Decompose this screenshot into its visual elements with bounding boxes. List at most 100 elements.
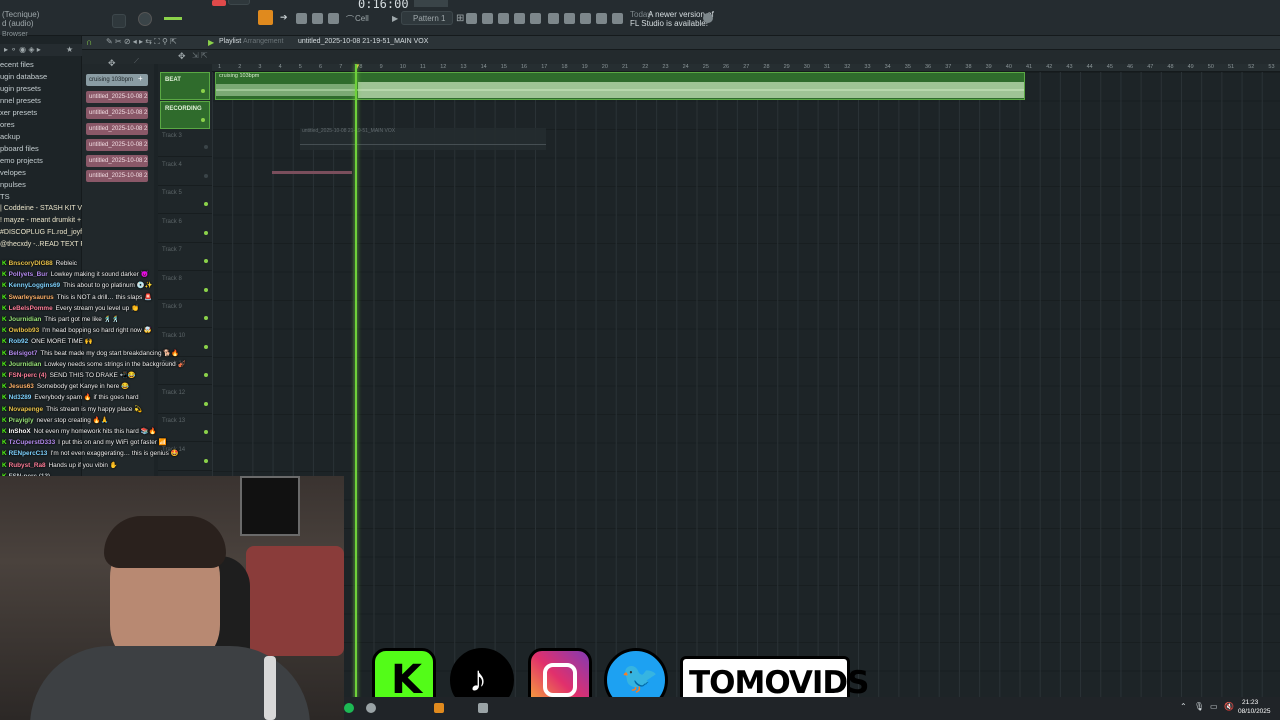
play-arrow-icon[interactable]: ➔ bbox=[280, 12, 288, 23]
chat-username[interactable]: Journidian bbox=[9, 316, 42, 323]
chat-username[interactable]: Rubyst_Ra8 bbox=[9, 462, 46, 469]
clip-source-item[interactable]: untitled_2025-10-08 21-... bbox=[86, 91, 148, 103]
track-header[interactable]: RECORDING bbox=[160, 100, 210, 129]
chat-username[interactable]: Owlbob93 bbox=[9, 327, 40, 334]
pin-icon[interactable] bbox=[596, 13, 607, 24]
track-mute-led[interactable] bbox=[204, 230, 208, 235]
mic-icon[interactable]: 🎙 bbox=[1194, 702, 1204, 711]
playhead[interactable] bbox=[355, 64, 357, 704]
chat-username[interactable]: KennyLoggins69 bbox=[9, 282, 61, 289]
timeline-ruler[interactable]: 1 2 3 4 5 6 7 8 9 10 11 12 13 14 15 16 17 18 19 20 21 22 23 24 2… bbox=[212, 62, 1280, 72]
draw-icon[interactable] bbox=[296, 13, 307, 24]
vox-ghost-clip[interactable]: untitled_2025-10-08 21-19-51_MAIN VOX bbox=[300, 128, 546, 150]
link-icon[interactable] bbox=[312, 13, 323, 24]
browser-item[interactable]: ores bbox=[0, 119, 82, 131]
channel-rack-icon[interactable] bbox=[498, 13, 509, 24]
chat-username[interactable]: Nd3289 bbox=[9, 394, 32, 401]
magnet-icon[interactable]: ∩ bbox=[86, 37, 92, 47]
notification-text-2[interactable]: FL Studio is available! bbox=[630, 19, 708, 28]
track-header[interactable]: Track 4 bbox=[158, 158, 212, 186]
chat-username[interactable]: Rob92 bbox=[9, 338, 29, 345]
taskbar-app-icon[interactable] bbox=[478, 703, 488, 713]
clip-list-edit-icon[interactable]: ⟋ bbox=[134, 58, 139, 66]
speaker-icon[interactable]: 🔇 bbox=[1224, 702, 1234, 711]
plugin-picker-icon[interactable] bbox=[564, 13, 575, 24]
chat-username[interactable]: Journidian bbox=[9, 361, 42, 368]
chat-username[interactable]: FSN-perc (4) bbox=[9, 372, 47, 379]
tools-icon[interactable] bbox=[580, 13, 591, 24]
chat-username[interactable]: Jesus63 bbox=[9, 383, 34, 390]
piano-roll-icon[interactable] bbox=[482, 13, 493, 24]
track-mute-led[interactable] bbox=[204, 173, 208, 178]
spotify-icon[interactable] bbox=[344, 703, 354, 713]
chat-username[interactable]: Prayigly bbox=[9, 417, 34, 424]
chat-username[interactable]: RENpercC13 bbox=[9, 450, 48, 457]
browser-pack[interactable]: @thecxdy -..READ TEXT FILE bbox=[0, 239, 95, 251]
browser-item[interactable]: nnel presets bbox=[0, 95, 82, 107]
track-mute-led[interactable] bbox=[201, 117, 205, 122]
playlist-tools-icons[interactable]: ✎ ✂ ⊘ ◂ ▸ ⇆ ⛶ ⚲ ⇱ bbox=[106, 37, 177, 47]
track-mute-led[interactable] bbox=[204, 145, 208, 149]
track-header[interactable]: Track 3 bbox=[158, 129, 212, 157]
taskbar-date[interactable]: 08/10/2025 bbox=[1238, 708, 1271, 715]
master-pitch-slider[interactable] bbox=[164, 17, 182, 20]
track-header[interactable]: Track 6 bbox=[158, 215, 212, 243]
chat-username[interactable]: InShoX bbox=[9, 428, 31, 435]
stamp-icon[interactable] bbox=[328, 13, 339, 24]
chat-username[interactable]: TzCuperstD333 bbox=[9, 439, 56, 446]
beat-audio-clip[interactable]: cruising 103bpm bbox=[215, 72, 1025, 100]
zoom-icons[interactable]: ⇲ ⇱ bbox=[192, 51, 208, 60]
network-icon[interactable]: ▭ bbox=[1210, 702, 1218, 711]
snap-icon[interactable] bbox=[258, 10, 273, 25]
chat-username[interactable]: BnscoryDlG88 bbox=[9, 260, 53, 267]
browser-item[interactable]: velopes bbox=[0, 167, 82, 179]
playlist-grid[interactable]: cruising 103bpm untitled_2025-10-08 21-1… bbox=[212, 64, 1280, 720]
clip-source-item[interactable]: untitled_2025-10-08 21-... bbox=[86, 107, 148, 119]
tray-chevron-icon[interactable]: ⌃ bbox=[1180, 702, 1187, 711]
clip-add-icon[interactable]: + bbox=[138, 74, 143, 83]
add-pattern-icon[interactable]: ⊞ bbox=[456, 13, 464, 24]
taskbar-time[interactable]: 21:23 bbox=[1242, 699, 1258, 706]
recording-snippet[interactable] bbox=[272, 171, 352, 174]
obs-icon[interactable] bbox=[366, 703, 376, 713]
pattern-prev-icon[interactable]: ▶ bbox=[392, 14, 398, 23]
browser-icon[interactable] bbox=[548, 13, 559, 24]
record-button[interactable] bbox=[212, 0, 226, 6]
online-icon[interactable] bbox=[703, 13, 713, 23]
track-mute-led[interactable] bbox=[204, 202, 208, 206]
mixer-icon[interactable] bbox=[112, 14, 126, 28]
browser-item[interactable]: emo projects bbox=[0, 155, 82, 167]
browser-item[interactable]: TS bbox=[0, 191, 82, 203]
master-volume-knob[interactable] bbox=[138, 12, 152, 26]
playlist-icon[interactable] bbox=[466, 13, 477, 24]
clip-source-item[interactable]: untitled_2025-10-08 21-... bbox=[86, 170, 148, 182]
pattern-selector[interactable]: Pattern 1 bbox=[401, 11, 453, 25]
clip-source-item[interactable]: untitled_2025-10-08 21-... bbox=[86, 139, 148, 151]
browser-pack[interactable]: | Coddeine - STASH KIT V3 | bbox=[0, 203, 90, 215]
browser-item[interactable]: ugin presets bbox=[0, 83, 82, 95]
star-icon[interactable]: ★ bbox=[66, 45, 73, 54]
browser-pack[interactable]: ! mayze - meant drumkit + bbox=[0, 215, 82, 227]
chat-username[interactable]: Novapenge bbox=[9, 406, 43, 413]
clip-source-item[interactable]: untitled_2025-10-08 21-... bbox=[86, 155, 148, 167]
track-mute-led[interactable] bbox=[201, 89, 205, 93]
clip-source-item[interactable]: untitled_2025-10-08 21-... bbox=[86, 123, 148, 135]
clip-list-move-icon[interactable]: ✥ bbox=[108, 58, 116, 69]
browser-item[interactable]: xer presets bbox=[0, 107, 82, 119]
plugin-icon[interactable] bbox=[530, 13, 541, 24]
browser-item[interactable]: ugin database bbox=[0, 71, 82, 83]
mode-wave-icon[interactable]: ⌒ bbox=[346, 14, 354, 25]
browser-tools-icons[interactable]: ▸ ⚬ ◉ ◈ ▸ bbox=[4, 45, 41, 54]
fl-studio-icon[interactable] bbox=[434, 703, 444, 713]
browser-item[interactable]: pboard files bbox=[0, 143, 82, 155]
mixer-window-icon[interactable] bbox=[514, 13, 525, 24]
chat-username[interactable]: Swarleysaurus bbox=[9, 294, 54, 301]
chat-username[interactable]: Pollyets_Bur bbox=[9, 271, 48, 278]
track-header[interactable]: Track 5 bbox=[158, 186, 212, 214]
info-icon[interactable] bbox=[612, 13, 623, 24]
browser-item[interactable]: npulses bbox=[0, 179, 82, 191]
chat-username[interactable]: Belsigot7 bbox=[9, 350, 38, 357]
browser-item[interactable]: ecent files bbox=[0, 59, 82, 71]
browser-pack[interactable]: #DISCOPLUG FL.rod_joyful] bbox=[0, 227, 89, 239]
browser-item[interactable]: ackup bbox=[0, 131, 82, 143]
